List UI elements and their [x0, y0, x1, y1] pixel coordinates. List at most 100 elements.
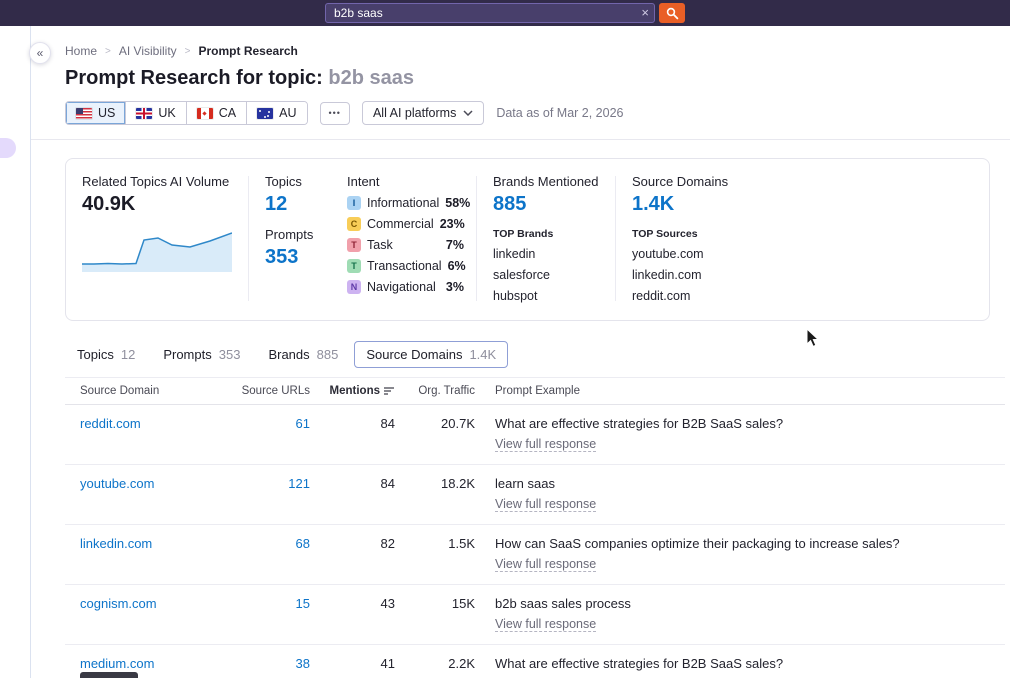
domain-link[interactable]: youtube.com: [80, 476, 154, 491]
mentions-header-label: Mentions: [330, 385, 380, 397]
country-selector: US UK CA AU: [65, 101, 308, 125]
topics-label: Topics: [265, 174, 319, 189]
domain-link[interactable]: cognism.com: [80, 596, 157, 611]
topics-value[interactable]: 12: [265, 193, 319, 216]
source-urls-value[interactable]: 61: [240, 416, 310, 431]
prompt-example-text: b2b saas sales process: [495, 596, 1005, 611]
col-header-source-domain[interactable]: Source Domain: [80, 385, 240, 397]
ai-volume-sparkline-chart: [82, 226, 232, 272]
search-box: ×: [325, 3, 655, 23]
sidebar-collapse-button[interactable]: «: [29, 42, 51, 64]
top-source-item: linkedin.com: [632, 268, 977, 282]
view-full-response-link[interactable]: View full response: [495, 497, 596, 512]
table-row: reddit.com 61 84 20.7K What are effectiv…: [65, 405, 1005, 465]
org-traffic-value: 15K: [395, 596, 475, 611]
more-countries-button[interactable]: •••: [320, 102, 350, 125]
table-header-row: Source Domain Source URLs Mentions Org. …: [65, 377, 1005, 405]
intent-name: Transactional: [367, 259, 442, 273]
tab-label: Topics: [77, 347, 114, 362]
top-brand-item: salesforce: [493, 268, 603, 282]
top-brand-item: hubspot: [493, 289, 603, 303]
mentions-value: 43: [310, 596, 395, 611]
view-full-response-link[interactable]: View full response: [495, 557, 596, 572]
ai-platforms-label: All AI platforms: [373, 106, 456, 120]
breadcrumb-current: Prompt Research: [199, 44, 298, 58]
search-input[interactable]: [325, 3, 655, 23]
tab-brands[interactable]: Brands 885: [256, 341, 350, 368]
intent-label: Intent: [347, 174, 464, 189]
tab-label: Source Domains: [366, 347, 462, 362]
source-urls-value[interactable]: 121: [240, 476, 310, 491]
intent-item-commercial: C Commercial 23%: [347, 217, 464, 231]
breadcrumb-home[interactable]: Home: [65, 44, 97, 58]
intent-name: Task: [367, 238, 393, 252]
informational-intent-icon: I: [347, 196, 361, 210]
navigational-intent-icon: N: [347, 280, 361, 294]
intent-pct: 58%: [445, 196, 470, 210]
clear-search-icon[interactable]: ×: [641, 4, 649, 22]
search-icon: [666, 7, 679, 20]
source-domains-value[interactable]: 1.4K: [632, 193, 977, 216]
divider: [31, 139, 1010, 140]
intent-pct: 7%: [446, 238, 464, 252]
top-brand-item: linkedin: [493, 247, 603, 261]
intent-section: Intent I Informational 58% C Commercial …: [331, 174, 476, 303]
source-urls-value[interactable]: 68: [240, 536, 310, 551]
domain-link[interactable]: medium.com: [80, 656, 154, 671]
breadcrumb-separator-icon: >: [105, 46, 111, 57]
col-header-org-traffic[interactable]: Org. Traffic: [395, 385, 475, 397]
mentions-value: 84: [310, 476, 395, 491]
tab-count: 12: [121, 347, 135, 362]
source-urls-value[interactable]: 38: [240, 656, 310, 671]
org-traffic-value: 2.2K: [395, 656, 475, 671]
prompts-value[interactable]: 353: [265, 246, 319, 269]
country-label: UK: [158, 106, 175, 120]
tab-source-domains[interactable]: Source Domains 1.4K: [354, 341, 508, 368]
tab-count: 1.4K: [469, 347, 496, 362]
view-full-response-link[interactable]: View full response: [495, 437, 596, 452]
col-header-mentions[interactable]: Mentions: [310, 385, 395, 397]
main-content: Home > AI Visibility > Prompt Research P…: [31, 26, 1010, 678]
org-traffic-value: 20.7K: [395, 416, 475, 431]
domain-link[interactable]: linkedin.com: [80, 536, 152, 551]
brands-label: Brands Mentioned: [493, 174, 603, 189]
page-title-prefix: Prompt Research for topic:: [65, 67, 328, 89]
intent-item-navigational: N Navigational 3%: [347, 280, 464, 294]
data-as-of-label: Data as of Mar 2, 2026: [496, 106, 623, 120]
intent-item-transactional: T Transactional 6%: [347, 259, 464, 273]
country-tab-au[interactable]: AU: [247, 102, 306, 124]
task-intent-icon: T: [347, 238, 361, 252]
source-urls-value[interactable]: 15: [240, 596, 310, 611]
tab-prompts[interactable]: Prompts 353: [151, 341, 252, 368]
brands-mentioned-section: Brands Mentioned 885 TOP Brands linkedin…: [477, 174, 615, 303]
intent-name: Informational: [367, 196, 439, 210]
country-label: AU: [279, 106, 296, 120]
mentions-value: 82: [310, 536, 395, 551]
top-source-item: reddit.com: [632, 289, 977, 303]
sort-icon: [384, 386, 395, 396]
search-button[interactable]: [659, 3, 685, 23]
country-tab-uk[interactable]: UK: [126, 102, 186, 124]
breadcrumb-separator-icon: >: [185, 46, 191, 57]
prompts-label: Prompts: [265, 227, 319, 242]
ai-platforms-dropdown[interactable]: All AI platforms: [362, 101, 484, 125]
source-domains-table: Source Domain Source URLs Mentions Org. …: [65, 377, 1005, 678]
country-tab-us[interactable]: US: [66, 102, 126, 124]
domain-link[interactable]: reddit.com: [80, 416, 141, 431]
top-source-item: youtube.com: [632, 247, 977, 261]
country-label: CA: [219, 106, 236, 120]
col-header-prompt-example: Prompt Example: [475, 385, 1005, 397]
view-full-response-link[interactable]: View full response: [495, 617, 596, 632]
prompt-example-text: learn saas: [495, 476, 1005, 491]
transactional-intent-icon: T: [347, 259, 361, 273]
brands-value[interactable]: 885: [493, 193, 603, 216]
col-header-source-urls[interactable]: Source URLs: [240, 385, 310, 397]
country-tab-ca[interactable]: CA: [187, 102, 247, 124]
clipped-next-row-element: [80, 672, 138, 678]
page-title: Prompt Research for topic: b2b saas: [65, 67, 1010, 90]
breadcrumb-ai-visibility[interactable]: AI Visibility: [119, 44, 177, 58]
ai-volume-label: Related Topics AI Volume: [82, 174, 236, 189]
tabs-row: Topics 12 Prompts 353 Brands 885 Source …: [65, 341, 1010, 368]
intent-pct: 6%: [448, 259, 466, 273]
tab-topics[interactable]: Topics 12: [65, 341, 147, 368]
